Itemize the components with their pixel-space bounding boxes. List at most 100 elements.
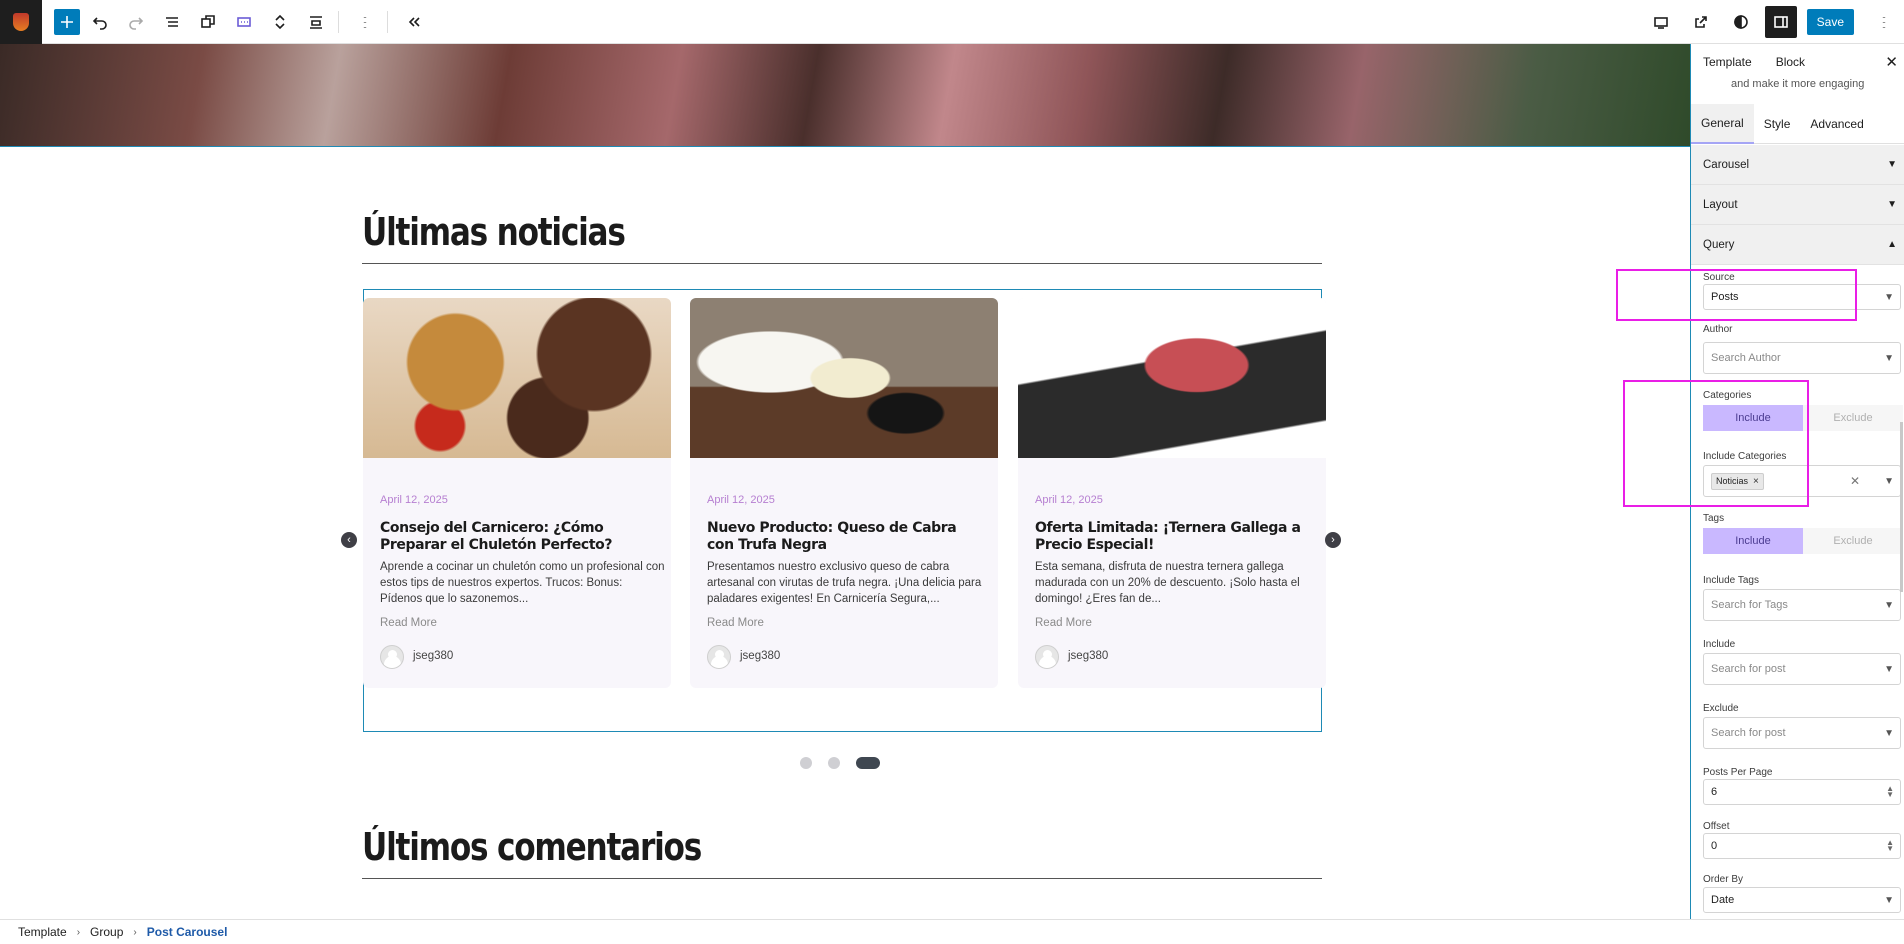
post-title[interactable]: Nuevo Producto: Queso de Cabra con Trufa… bbox=[707, 520, 987, 554]
post-date: April 12, 2025 bbox=[1035, 494, 1103, 506]
posts-per-page-input[interactable]: 6 ▲ ▼ bbox=[1703, 779, 1901, 805]
carousel-next-arrow-icon[interactable]: › bbox=[1325, 532, 1341, 548]
post-card[interactable]: April 12, 2025 Nuevo Producto: Queso de … bbox=[690, 298, 998, 688]
tab-template[interactable]: Template bbox=[1703, 55, 1752, 69]
panel-title: Query bbox=[1703, 238, 1735, 251]
carousel-block-button[interactable] bbox=[228, 6, 260, 38]
preview-device-button[interactable] bbox=[1645, 6, 1677, 38]
panel-carousel-toggle[interactable]: Carousel ▼ bbox=[1691, 145, 1904, 185]
tab-block[interactable]: Block bbox=[1776, 55, 1805, 69]
include-tags-input[interactable]: Search for Tags ▼ bbox=[1703, 589, 1901, 621]
number-stepper-icon[interactable]: ▲ ▼ bbox=[1886, 839, 1894, 853]
read-more-link[interactable]: Read More bbox=[380, 617, 437, 629]
separator[interactable] bbox=[362, 263, 1322, 264]
header-cover-image[interactable] bbox=[0, 44, 1690, 147]
move-button[interactable] bbox=[264, 6, 296, 38]
breadcrumb-item-post-carousel[interactable]: Post Carousel bbox=[147, 925, 228, 939]
breadcrumb-item-group[interactable]: Group bbox=[90, 925, 123, 939]
separator[interactable] bbox=[362, 878, 1322, 879]
collapse-toolbar-button[interactable] bbox=[398, 6, 430, 38]
tags-include-button[interactable]: Include bbox=[1703, 528, 1803, 554]
post-carousel-block[interactable]: April 12, 2025 Consejo del Carnicero: ¿C… bbox=[363, 289, 1326, 732]
order-by-value: Date bbox=[1711, 894, 1735, 906]
chevron-down-icon: ▼ bbox=[1887, 199, 1897, 210]
external-link-icon bbox=[1694, 16, 1707, 28]
post-card[interactable]: April 12, 2025 Consejo del Carnicero: ¿C… bbox=[363, 298, 671, 688]
post-image-steak[interactable] bbox=[363, 298, 671, 458]
carousel-block-icon bbox=[237, 16, 251, 27]
post-author: jseg380 bbox=[740, 650, 781, 662]
site-logo[interactable] bbox=[0, 0, 42, 44]
close-icon[interactable]: ✕ bbox=[1885, 53, 1898, 71]
undo-button[interactable] bbox=[84, 6, 116, 38]
redo-icon bbox=[129, 16, 144, 30]
carousel-dot-active[interactable] bbox=[856, 757, 880, 769]
sidebar-scrollbar[interactable] bbox=[1900, 422, 1903, 592]
panel-layout-toggle[interactable]: Layout ▼ bbox=[1691, 185, 1904, 225]
chevron-down-icon: ▼ bbox=[1884, 291, 1894, 303]
read-more-link[interactable]: Read More bbox=[1035, 617, 1092, 629]
block-copy-button[interactable] bbox=[192, 6, 224, 38]
block-options-button[interactable] bbox=[349, 6, 381, 38]
annotation-highlight-box bbox=[1623, 380, 1809, 507]
tab-general[interactable]: General bbox=[1691, 104, 1754, 144]
options-menu-button[interactable] bbox=[1868, 6, 1900, 38]
editor-toolbar: Save bbox=[0, 0, 1904, 44]
carousel-prev-arrow-icon[interactable]: ‹ bbox=[341, 532, 357, 548]
list-view-icon bbox=[166, 16, 178, 27]
offset-input[interactable]: 0 ▲ ▼ bbox=[1703, 833, 1901, 859]
settings-toggle-button[interactable] bbox=[1764, 6, 1797, 38]
post-author: jseg380 bbox=[413, 650, 454, 662]
tags-exclude-button[interactable]: Exclude bbox=[1803, 528, 1903, 554]
styles-button[interactable] bbox=[1725, 6, 1757, 38]
order-by-select[interactable]: Date ▼ bbox=[1703, 887, 1901, 913]
posts-per-page-label: Posts Per Page bbox=[1703, 767, 1773, 778]
toolbar-divider bbox=[338, 10, 339, 33]
post-title[interactable]: Oferta Limitada: ¡Ternera Gallega a Prec… bbox=[1035, 520, 1315, 554]
panel-query-toggle[interactable]: Query ▲ bbox=[1691, 225, 1904, 265]
post-excerpt: Aprende a cocinar un chuletón como un pr… bbox=[380, 561, 665, 605]
post-image-cheese[interactable] bbox=[690, 298, 998, 458]
clear-icon[interactable]: ✕ bbox=[1850, 474, 1860, 488]
copy-icon bbox=[201, 14, 215, 28]
author-avatar bbox=[1035, 645, 1059, 669]
number-stepper-icon[interactable]: ▲ ▼ bbox=[1886, 785, 1894, 799]
read-more-link[interactable]: Read More bbox=[707, 617, 764, 629]
exclude-posts-input[interactable]: Search for post ▼ bbox=[1703, 717, 1901, 749]
post-title[interactable]: Consejo del Carnicero: ¿Cómo Preparar el… bbox=[380, 520, 660, 554]
include-posts-input[interactable]: Search for post ▼ bbox=[1703, 653, 1901, 685]
post-image-beef[interactable] bbox=[1018, 298, 1326, 458]
view-external-button[interactable] bbox=[1685, 6, 1717, 38]
carousel-dot[interactable] bbox=[800, 757, 812, 769]
add-block-button[interactable] bbox=[54, 8, 80, 35]
redo-button[interactable] bbox=[120, 6, 152, 38]
categories-exclude-button[interactable]: Exclude bbox=[1803, 405, 1903, 431]
post-card[interactable]: April 12, 2025 Oferta Limitada: ¡Ternera… bbox=[1018, 298, 1326, 688]
align-button[interactable] bbox=[300, 6, 332, 38]
editor-canvas[interactable]: Últimas noticias April 12, 2025 Consejo … bbox=[0, 44, 1690, 919]
carousel-dot[interactable] bbox=[828, 757, 840, 769]
desktop-view-icon bbox=[1653, 17, 1668, 29]
toolbar-right-group: Save bbox=[1641, 0, 1904, 44]
posts-per-page-value: 6 bbox=[1711, 786, 1718, 798]
chevron-right-icon: › bbox=[133, 926, 137, 938]
author-search-input[interactable]: Search Author ▼ bbox=[1703, 342, 1901, 374]
post-date: April 12, 2025 bbox=[380, 494, 448, 506]
post-author: jseg380 bbox=[1068, 650, 1109, 662]
breadcrumb-item-template[interactable]: Template bbox=[18, 925, 67, 939]
list-view-button[interactable] bbox=[156, 6, 188, 38]
more-vertical-icon bbox=[363, 16, 367, 27]
save-button[interactable]: Save bbox=[1806, 9, 1854, 35]
include-posts-label: Include bbox=[1703, 639, 1736, 650]
tags-label: Tags bbox=[1703, 513, 1725, 524]
tags-mode-toggle: Include Exclude bbox=[1703, 528, 1903, 554]
author-placeholder: Search Author bbox=[1711, 352, 1781, 364]
author-avatar bbox=[707, 645, 731, 669]
tab-advanced[interactable]: Advanced bbox=[1800, 104, 1873, 144]
comments-heading[interactable]: Últimos comentarios bbox=[362, 825, 702, 869]
chevron-down-icon: ▼ bbox=[1884, 475, 1894, 487]
news-heading[interactable]: Últimas noticias bbox=[362, 210, 626, 254]
annotation-highlight-box bbox=[1616, 269, 1857, 321]
author-avatar bbox=[380, 645, 404, 669]
tab-style[interactable]: Style bbox=[1754, 104, 1801, 144]
